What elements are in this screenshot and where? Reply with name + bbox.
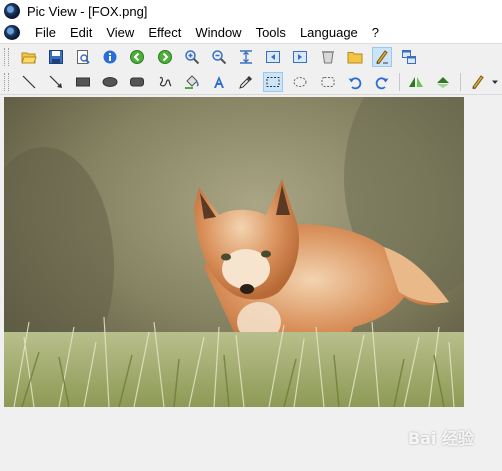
fill-icon	[184, 74, 199, 89]
menu-help[interactable]: ?	[365, 22, 386, 43]
print-preview-icon	[76, 49, 90, 64]
windows-icon	[402, 49, 417, 64]
freehand-tool-button[interactable]	[155, 72, 175, 92]
toolbar-separator	[460, 72, 461, 91]
draw-mode-button[interactable]	[372, 46, 393, 67]
previous-icon	[130, 49, 145, 64]
fit-size-icon	[240, 49, 253, 64]
watermark: Bai 经验	[407, 429, 474, 448]
info-button[interactable]	[100, 47, 120, 67]
toolbar-grip[interactable]	[4, 72, 9, 91]
main-toolbar	[0, 43, 502, 70]
last-image-button[interactable]	[290, 47, 310, 67]
zoom-in-button[interactable]	[182, 47, 202, 67]
ellipse-select-icon	[293, 76, 307, 87]
redo-button[interactable]	[372, 72, 392, 92]
menu-tools[interactable]: Tools	[249, 22, 293, 43]
menu-bar: File Edit View Effect Window Tools Langu…	[0, 22, 502, 43]
zoom-out-icon	[212, 49, 227, 64]
freehand-icon	[159, 76, 172, 86]
rectangle-icon	[75, 77, 90, 86]
undo-icon	[348, 76, 362, 89]
windows-button[interactable]	[399, 47, 419, 67]
pen-color-dropdown[interactable]	[491, 74, 499, 90]
toolbar-grip[interactable]	[4, 47, 9, 66]
next-icon	[157, 49, 172, 64]
rect-select-icon	[266, 76, 280, 87]
image-canvas[interactable]: Bai 经验	[0, 95, 502, 471]
menu-language[interactable]: Language	[293, 22, 365, 43]
text-icon	[213, 75, 224, 88]
app-icon[interactable]	[4, 3, 20, 19]
rectangle-tool-button[interactable]	[73, 72, 93, 92]
flip-vertical-button[interactable]	[433, 72, 453, 92]
print-preview-button[interactable]	[73, 47, 93, 67]
flip-horizontal-button[interactable]	[406, 72, 426, 92]
toolbar-separator	[398, 72, 400, 91]
fox-image	[4, 97, 464, 407]
rounded-select-tool-button[interactable]	[318, 72, 338, 92]
rect-select-tool-button[interactable]	[263, 71, 284, 92]
save-button[interactable]	[46, 47, 66, 67]
line-tool-button[interactable]	[19, 72, 39, 92]
menu-window[interactable]: Window	[188, 22, 248, 43]
pen-color-icon	[471, 74, 484, 89]
rounded-rectangle-icon	[130, 77, 145, 86]
first-image-button[interactable]	[263, 47, 283, 67]
ellipse-tool-button[interactable]	[100, 72, 120, 92]
delete-button[interactable]	[318, 47, 338, 67]
ellipse-icon	[102, 76, 118, 87]
chevron-down-icon	[492, 80, 499, 84]
document-icon[interactable]	[4, 25, 20, 40]
ellipse-select-tool-button[interactable]	[290, 72, 310, 92]
open-folder-icon	[20, 52, 37, 63]
next-button[interactable]	[155, 47, 175, 67]
draw-mode-icon	[376, 49, 389, 64]
menu-effect[interactable]: Effect	[141, 22, 188, 43]
eyedropper-icon	[239, 75, 253, 89]
folder-icon	[347, 51, 363, 63]
fox-photo	[4, 97, 464, 407]
text-tool-button[interactable]	[209, 72, 229, 92]
first-image-icon	[266, 50, 281, 63]
last-image-icon	[293, 50, 308, 63]
window-title: Pic View - [FOX.png]	[27, 3, 148, 19]
flip-vertical-icon	[437, 76, 450, 88]
fit-size-button[interactable]	[236, 47, 256, 67]
zoom-in-icon	[184, 49, 199, 64]
save-icon	[48, 49, 63, 64]
arrow-icon	[49, 75, 62, 88]
line-icon	[22, 75, 36, 88]
drawing-toolbar	[0, 69, 502, 95]
menu-edit[interactable]: Edit	[63, 22, 99, 43]
info-icon	[103, 50, 117, 63]
fill-tool-button[interactable]	[182, 72, 202, 92]
folder-button[interactable]	[345, 47, 365, 67]
open-folder-button[interactable]	[19, 47, 39, 67]
menu-view[interactable]: View	[99, 22, 141, 43]
zoom-out-button[interactable]	[209, 47, 229, 67]
previous-button[interactable]	[127, 47, 147, 67]
redo-icon	[375, 76, 389, 89]
eyedropper-tool-button[interactable]	[236, 72, 256, 92]
menu-file[interactable]: File	[28, 22, 63, 43]
pen-color-button[interactable]	[468, 72, 488, 92]
undo-button[interactable]	[345, 72, 365, 92]
rounded-select-icon	[321, 76, 335, 87]
arrow-tool-button[interactable]	[46, 72, 66, 92]
rounded-rectangle-tool-button[interactable]	[127, 72, 147, 92]
flip-horizontal-icon	[409, 76, 424, 87]
title-bar: Pic View - [FOX.png]	[0, 0, 502, 22]
delete-icon	[321, 50, 334, 63]
